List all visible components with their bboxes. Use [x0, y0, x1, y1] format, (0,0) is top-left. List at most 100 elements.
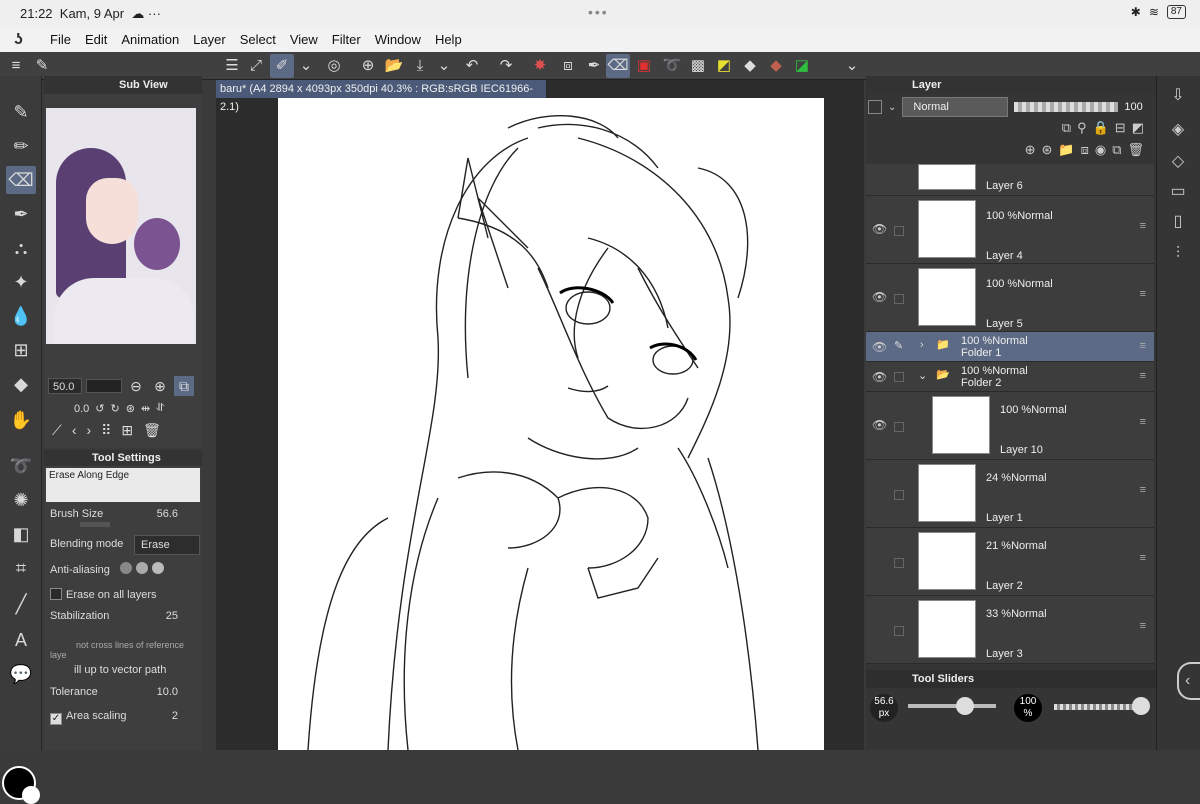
eraser-icon[interactable]: ⌫ [606, 54, 630, 78]
layer-menu-icon[interactable]: ≡ [1140, 552, 1146, 564]
tolerance-value[interactable]: 10.0 [157, 686, 178, 698]
lock-checkbox[interactable] [894, 626, 904, 636]
clear-icon[interactable]: ✸ [528, 54, 552, 78]
undo-icon[interactable]: ↶ [460, 54, 484, 78]
companion-icon[interactable]: ◎ [322, 54, 346, 78]
magic-wand-icon[interactable]: ✺ [6, 486, 36, 514]
layer-menu-icon[interactable]: ≡ [1140, 416, 1146, 428]
zoom-slider[interactable] [86, 379, 122, 393]
gradient-tool-icon[interactable]: ◧ [6, 520, 36, 548]
flip-h-icon[interactable]: ⇹ [141, 402, 150, 415]
layer-menu-icon[interactable]: ≡ [1140, 220, 1146, 232]
navigator-icon[interactable]: ▭ [1163, 178, 1193, 206]
redo-icon[interactable]: ↷ [494, 54, 518, 78]
hamburger-menu-icon[interactable]: ☰ [220, 54, 244, 78]
app-logo-icon[interactable]: ʖ [14, 31, 32, 49]
folder-row[interactable]: 👁 ⌄ 📂 100 %Normal Folder 2 ≡ [866, 362, 1154, 392]
blend-mode-dropdown[interactable]: Normal [902, 97, 1009, 117]
lasso-icon[interactable]: ➰ [660, 54, 684, 78]
edit-tool-icon[interactable]: ✐ [270, 54, 294, 78]
brush-tab-icon[interactable]: ✎ [30, 54, 54, 78]
lock-icon[interactable]: 🔒 [1093, 120, 1109, 140]
pen-icon[interactable]: ✒ [582, 54, 606, 78]
pencil-tool-icon[interactable]: ✏ [6, 132, 36, 160]
menu-file[interactable]: File [50, 32, 71, 47]
layer-opacity-value[interactable]: 100 [1124, 101, 1142, 113]
size-slider[interactable] [908, 704, 996, 708]
eye-icon[interactable]: 👁 [872, 370, 887, 384]
layer-row[interactable]: Layer 6 [866, 164, 1154, 196]
new-layer-icon[interactable]: ⊕ [1025, 142, 1036, 162]
zoom-field[interactable]: 50.0 [48, 378, 82, 394]
opacity-slider[interactable] [1054, 704, 1140, 710]
layer-row[interactable]: 👁 100 %Normal Layer 5 ≡ [866, 264, 1154, 332]
layers-icon[interactable]: ◈ [1163, 116, 1193, 144]
lock-checkbox[interactable] [894, 490, 904, 500]
menu-animation[interactable]: Animation [121, 32, 179, 47]
layer-row[interactable]: 33 %Normal Layer 3 ≡ [866, 596, 1154, 664]
mask-icon[interactable]: ⊟ [1115, 120, 1126, 140]
layer-row[interactable]: 👁 100 %Normal Layer 10 ≡ [866, 392, 1154, 460]
new-vector-layer-icon[interactable]: ⊛ [1041, 142, 1052, 162]
new-folder-icon[interactable]: 📁 [1058, 142, 1074, 162]
toolbar-collapse-icon[interactable]: ⌄ [840, 54, 864, 78]
lock-checkbox[interactable] [894, 422, 904, 432]
area-scaling-value[interactable]: 2 [172, 710, 178, 722]
eye-icon[interactable]: 👁 [872, 418, 887, 432]
folder-collapse-icon[interactable]: ⌄ [918, 369, 927, 382]
fit-view-icon[interactable]: ⤢ [244, 54, 268, 78]
lock-checkbox[interactable] [894, 226, 904, 236]
zoom-in-icon[interactable]: ⊕ [150, 376, 170, 396]
area-scaling-checkbox[interactable]: ✓ [50, 713, 62, 725]
eyedropper-icon[interactable]: ⟋ [52, 422, 62, 439]
hand-tool-icon[interactable]: ✋ [6, 406, 36, 434]
next-icon[interactable]: › [86, 422, 91, 439]
zoom-out-icon[interactable]: ⊖ [126, 376, 146, 396]
layer-menu-icon[interactable]: ≡ [1140, 370, 1146, 382]
menu-edit[interactable]: Edit [85, 32, 107, 47]
pen-tool-icon[interactable]: ✎ [6, 98, 36, 126]
opacity-slider-knob[interactable] [1132, 697, 1150, 715]
layer-property-icon[interactable]: ◇ [1163, 148, 1193, 176]
bucket-icon[interactable]: ◆ [738, 54, 762, 78]
drawing-canvas[interactable] [278, 98, 824, 751]
folder-expand-icon[interactable]: › [920, 339, 924, 351]
layer-menu-icon[interactable]: ≡ [1140, 484, 1146, 496]
menu-filter[interactable]: Filter [332, 32, 361, 47]
blend-tool-icon[interactable]: 💧 [6, 302, 36, 330]
merge-icon[interactable]: ⧈ [1081, 142, 1089, 162]
delete-icon[interactable]: 🗑 [143, 422, 161, 439]
sliders-icon[interactable]: ⫶ [1163, 240, 1193, 268]
grid-view-icon[interactable]: ⠿ [101, 422, 111, 439]
airbrush-tool-icon[interactable]: ⛬ [6, 234, 36, 262]
layer-color-icon[interactable]: ◩ [1132, 120, 1144, 140]
export-icon[interactable]: ⇩ [1163, 82, 1193, 110]
rotate-right-icon[interactable]: ↻ [111, 402, 120, 415]
reference-image[interactable] [46, 108, 196, 344]
layer-row[interactable]: 21 %Normal Layer 2 ≡ [866, 528, 1154, 596]
canvas-tab[interactable]: baru* (A4 2894 x 4093px 350dpi 40.3% : R… [216, 80, 546, 113]
anti-aliasing-options[interactable] [120, 562, 164, 574]
save-dropdown-icon[interactable]: ⌄ [432, 54, 456, 78]
text-tool-icon[interactable]: A [6, 626, 36, 654]
eye-icon[interactable]: 👁 [872, 340, 887, 354]
flip-v-icon[interactable]: ⥯ [156, 402, 164, 415]
menu-layer[interactable]: Layer [193, 32, 226, 47]
stabilization-value[interactable]: 25 [166, 610, 178, 622]
layer-mode-dropdown-icon[interactable]: ⌄ [888, 102, 896, 113]
lock-checkbox[interactable] [894, 558, 904, 568]
eye-icon[interactable]: 👁 [872, 222, 887, 236]
delete-layer-icon[interactable]: 🗑 [1127, 142, 1144, 162]
rotate-left-icon[interactable]: ↺ [95, 402, 104, 415]
mask-add-icon[interactable]: ◉ [1095, 142, 1106, 162]
brush-size-value[interactable]: 56.6 [157, 508, 178, 520]
fill-tool-icon[interactable]: ◆ [6, 370, 36, 398]
duplicate-icon[interactable]: ⧉ [1112, 142, 1121, 162]
open-file-icon[interactable]: 📂 [382, 54, 406, 78]
import-image-icon[interactable]: ⊞ [121, 422, 133, 439]
collapse-icon[interactable]: ≡ [4, 54, 28, 78]
brush-size-slider[interactable] [80, 522, 110, 527]
layer-menu-icon[interactable]: ≡ [1140, 288, 1146, 300]
size-slider-knob[interactable] [956, 697, 974, 715]
balloon-tool-icon[interactable]: 💬 [6, 660, 36, 688]
